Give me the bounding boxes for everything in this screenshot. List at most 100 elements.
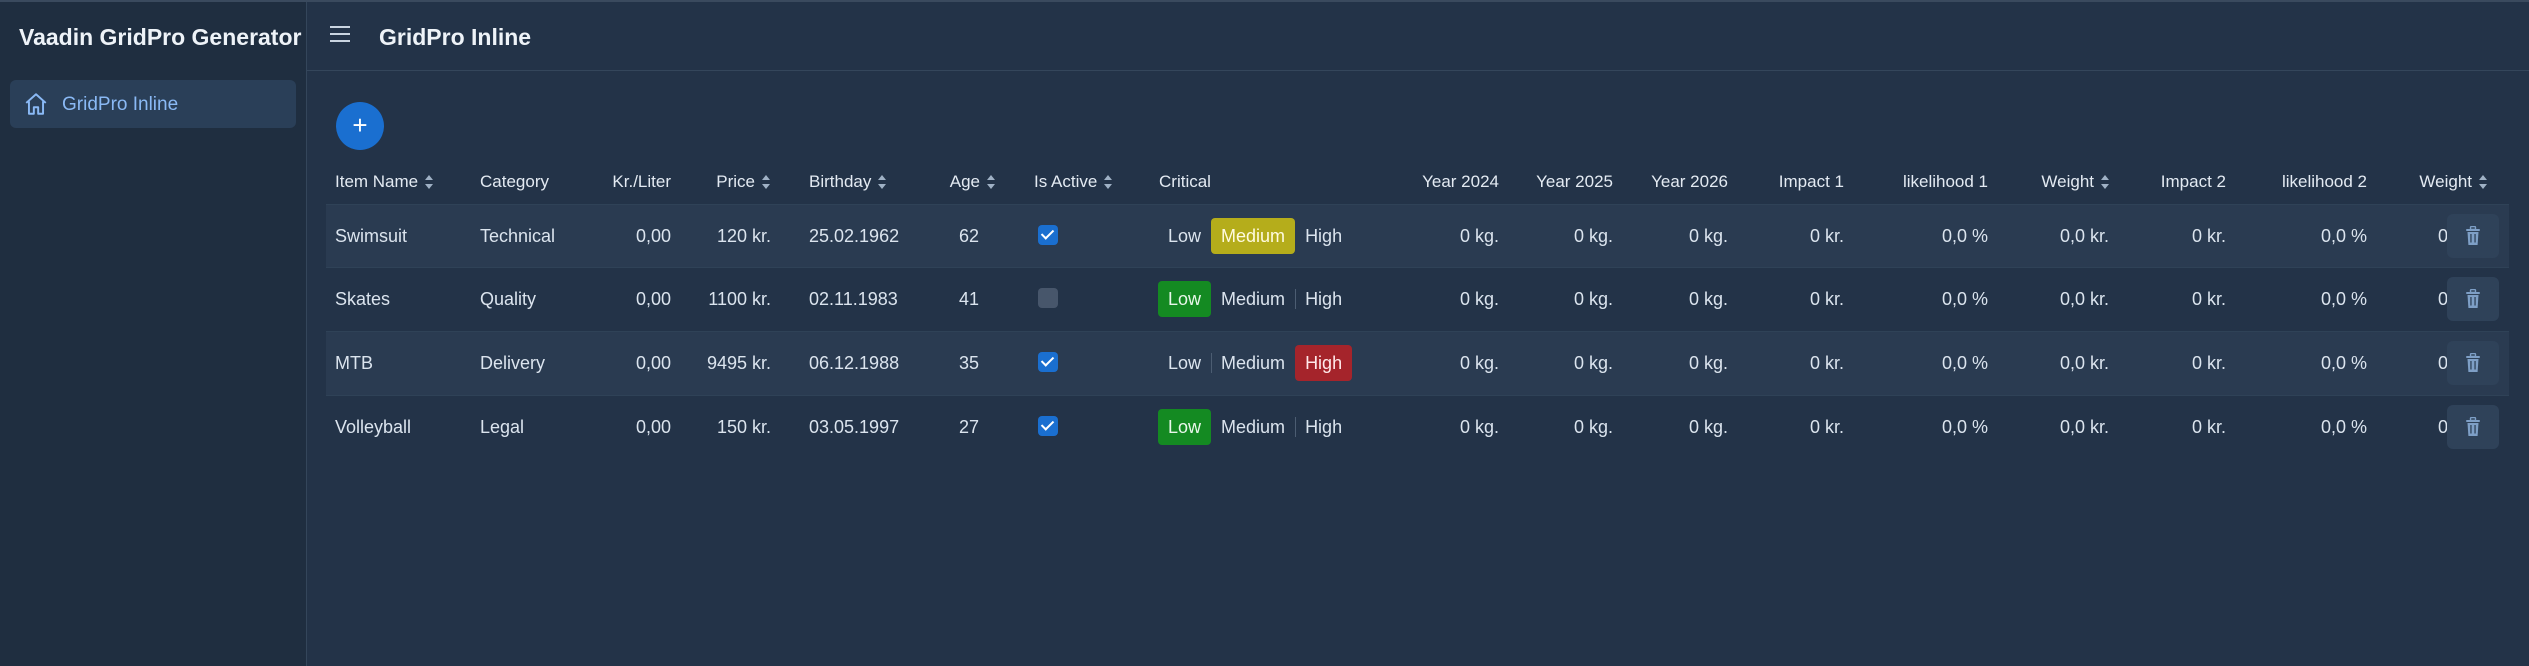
cell-birthday[interactable]: 02.11.1983 — [809, 289, 898, 310]
cell-price[interactable]: 9495 kr. — [666, 353, 771, 374]
cell-year-2025[interactable]: 0 kg. — [1506, 417, 1613, 438]
sort-icon[interactable] — [762, 175, 770, 189]
cell-price[interactable]: 150 kr. — [666, 417, 771, 438]
column-header-weight-2[interactable]: Weight — [2376, 172, 2487, 192]
cell-year-2025[interactable]: 0 kg. — [1506, 353, 1613, 374]
cell-age[interactable]: 41 — [926, 289, 979, 310]
delete-row-button[interactable] — [2447, 405, 2499, 449]
column-header-is-active[interactable]: Is Active — [1034, 172, 1113, 192]
cell-impact-2[interactable]: 0 kr. — [2116, 353, 2226, 374]
cell-kr-liter[interactable]: 0,00 — [576, 226, 671, 247]
cell-year-2024[interactable]: 0 kg. — [1386, 353, 1499, 374]
cell-impact-1[interactable]: 0 kr. — [1736, 353, 1844, 374]
sort-icon[interactable] — [878, 175, 887, 189]
add-item-button[interactable]: + — [336, 102, 384, 150]
delete-row-button[interactable] — [2447, 277, 2499, 321]
cell-likelihood-2[interactable]: 0,0 % — [2236, 417, 2367, 438]
critical-option-low[interactable]: Low — [1158, 409, 1212, 445]
cell-year-2024[interactable]: 0 kg. — [1386, 226, 1499, 247]
cell-kr-liter[interactable]: 0,00 — [576, 353, 671, 374]
sort-icon[interactable] — [1104, 175, 1113, 189]
cell-category[interactable]: Technical — [480, 226, 555, 247]
column-header-critical: Critical — [1159, 172, 1211, 192]
column-header-item-name[interactable]: Item Name — [335, 172, 434, 192]
column-header-weight-1[interactable]: Weight — [1998, 172, 2109, 192]
column-header-birthday[interactable]: Birthday — [809, 172, 887, 192]
column-header-label: Impact 1 — [1778, 172, 1844, 191]
cell-kr-liter[interactable]: 0,00 — [576, 289, 671, 310]
cell-likelihood-1[interactable]: 0,0 % — [1851, 226, 1988, 247]
cell-year-2026[interactable]: 0 kg. — [1621, 417, 1728, 438]
cell-likelihood-1[interactable]: 0,0 % — [1851, 417, 1988, 438]
cell-category[interactable]: Quality — [480, 289, 536, 310]
cell-price[interactable]: 120 kr. — [666, 226, 771, 247]
is-active-checkbox[interactable] — [1038, 225, 1058, 245]
cell-age[interactable]: 27 — [926, 417, 979, 438]
cell-likelihood-2[interactable]: 0,0 % — [2236, 226, 2367, 247]
cell-year-2024[interactable]: 0 kg. — [1386, 289, 1499, 310]
nav-item-gridpro-inline[interactable]: GridPro Inline — [10, 80, 296, 128]
cell-impact-2[interactable]: 0 kr. — [2116, 226, 2226, 247]
critical-option-medium[interactable]: Medium — [1211, 409, 1295, 445]
cell-birthday[interactable]: 06.12.1988 — [809, 353, 899, 374]
is-active-checkbox[interactable] — [1038, 288, 1058, 308]
sort-icon[interactable] — [2101, 175, 2109, 189]
critical-option-medium[interactable]: Medium — [1211, 281, 1295, 317]
column-header-price[interactable]: Price — [706, 172, 770, 192]
cell-weight-1[interactable]: 0,0 kr. — [1998, 417, 2109, 438]
cell-item-name[interactable]: MTB — [335, 353, 373, 374]
cell-year-2025[interactable]: 0 kg. — [1506, 289, 1613, 310]
cell-impact-1[interactable]: 0 kr. — [1736, 417, 1844, 438]
critical-option-low[interactable]: Low — [1158, 345, 1211, 381]
cell-item-name[interactable]: Swimsuit — [335, 226, 407, 247]
column-header-label: Birthday — [809, 172, 872, 191]
critical-option-low[interactable]: Low — [1158, 281, 1212, 317]
hamburger-menu-icon[interactable] — [330, 26, 352, 44]
cell-age[interactable]: 62 — [926, 226, 979, 247]
cell-impact-2[interactable]: 0 kr. — [2116, 289, 2226, 310]
sort-icon[interactable] — [987, 175, 995, 189]
cell-weight-1[interactable]: 0,0 kr. — [1998, 353, 2109, 374]
column-header-age[interactable]: Age — [926, 172, 995, 192]
delete-row-button[interactable] — [2447, 341, 2499, 385]
cell-year-2026[interactable]: 0 kg. — [1621, 353, 1728, 374]
sort-icon[interactable] — [2479, 175, 2487, 189]
critical-option-high[interactable]: High — [1295, 281, 1352, 317]
cell-item-name[interactable]: Skates — [335, 289, 390, 310]
cell-item-name[interactable]: Volleyball — [335, 417, 411, 438]
cell-birthday[interactable]: 25.02.1962 — [809, 226, 899, 247]
critical-option-medium[interactable]: Medium — [1211, 345, 1295, 381]
cell-weight-1[interactable]: 0,0 kr. — [1998, 289, 2109, 310]
cell-age[interactable]: 35 — [926, 353, 979, 374]
critical-option-high[interactable]: High — [1295, 409, 1352, 445]
column-header-label: Year 2024 — [1422, 172, 1499, 191]
cell-likelihood-1[interactable]: 0,0 % — [1851, 289, 1988, 310]
cell-year-2024[interactable]: 0 kg. — [1386, 417, 1499, 438]
cell-year-2026[interactable]: 0 kg. — [1621, 226, 1728, 247]
is-active-checkbox[interactable] — [1038, 416, 1058, 436]
critical-selector: Low Medium High — [1158, 280, 1352, 318]
critical-option-low[interactable]: Low — [1158, 218, 1211, 254]
is-active-checkbox[interactable] — [1038, 352, 1058, 372]
cell-kr-liter[interactable]: 0,00 — [576, 417, 671, 438]
cell-impact-1[interactable]: 0 kr. — [1736, 289, 1844, 310]
home-icon — [25, 93, 47, 115]
delete-row-button[interactable] — [2447, 214, 2499, 258]
cell-birthday[interactable]: 03.05.1997 — [809, 417, 899, 438]
critical-option-high[interactable]: High — [1295, 218, 1352, 254]
cell-impact-2[interactable]: 0 kr. — [2116, 417, 2226, 438]
critical-option-medium[interactable]: Medium — [1211, 218, 1296, 254]
cell-year-2025[interactable]: 0 kg. — [1506, 226, 1613, 247]
sort-icon[interactable] — [425, 175, 434, 189]
cell-likelihood-2[interactable]: 0,0 % — [2236, 353, 2367, 374]
cell-category[interactable]: Delivery — [480, 353, 545, 374]
cell-weight-1[interactable]: 0,0 kr. — [1998, 226, 2109, 247]
trash-icon — [2466, 226, 2480, 245]
critical-option-high[interactable]: High — [1295, 345, 1353, 381]
cell-price[interactable]: 1100 kr. — [666, 289, 771, 310]
cell-category[interactable]: Legal — [480, 417, 524, 438]
cell-impact-1[interactable]: 0 kr. — [1736, 226, 1844, 247]
cell-likelihood-2[interactable]: 0,0 % — [2236, 289, 2367, 310]
cell-likelihood-1[interactable]: 0,0 % — [1851, 353, 1988, 374]
cell-year-2026[interactable]: 0 kg. — [1621, 289, 1728, 310]
